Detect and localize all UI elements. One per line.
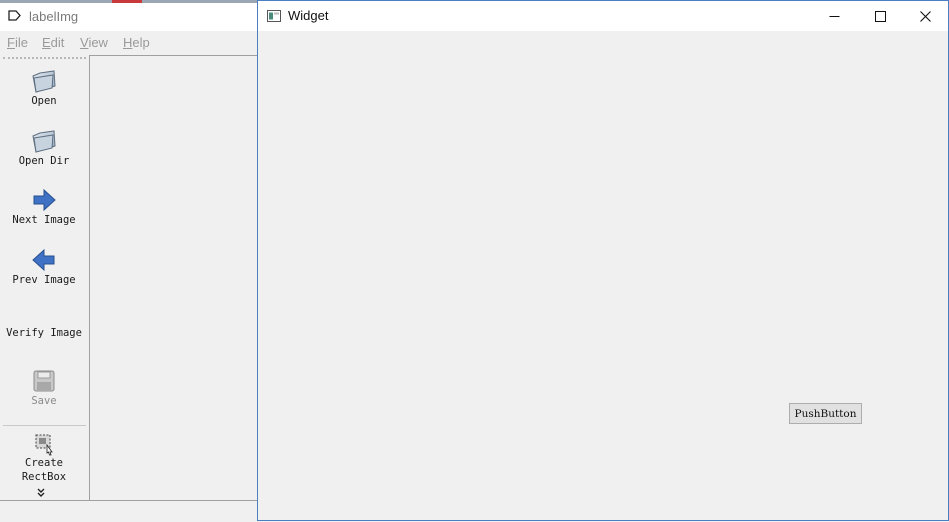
- floppy-disk-icon: [33, 370, 55, 392]
- verify-image-button[interactable]: Verify Image: [0, 327, 88, 339]
- widget-title: Widget: [288, 8, 329, 23]
- close-icon: [919, 10, 931, 22]
- menu-file[interactable]: File: [7, 35, 28, 50]
- next-image-button[interactable]: Next Image: [0, 186, 88, 226]
- labelimg-app-icon: [8, 10, 21, 21]
- menu-help[interactable]: Help: [123, 35, 150, 50]
- statusbar-divider: [0, 500, 260, 501]
- labelimg-toolbar: Open Open Dir Next Image Prev Image Veri…: [0, 55, 90, 500]
- labelimg-canvas[interactable]: [90, 55, 260, 501]
- arrow-left-icon: [32, 248, 55, 272]
- arrow-right-icon: [33, 188, 56, 212]
- save-label: Save: [31, 395, 57, 407]
- widget-window: Widget PushButton: [257, 0, 949, 521]
- minimize-icon: [829, 15, 839, 17]
- minimize-button[interactable]: [811, 1, 857, 31]
- labelimg-title: labelImg: [29, 9, 79, 24]
- draw-rect-icon: [35, 434, 53, 456]
- taskbar-strip: [0, 0, 260, 3]
- widget-titlebar[interactable]: Widget: [258, 1, 948, 31]
- push-button[interactable]: PushButton: [789, 403, 862, 424]
- toolbar-grip[interactable]: [3, 57, 86, 59]
- chevron-double-down-icon[interactable]: [36, 488, 46, 498]
- save-button[interactable]: Save: [0, 367, 88, 407]
- labelimg-menubar: File Edit View Help: [0, 31, 260, 55]
- maximize-button[interactable]: [857, 1, 903, 31]
- folder-open-icon: [32, 130, 56, 153]
- next-image-label: Next Image: [12, 214, 76, 226]
- toolbar-separator: [3, 425, 86, 426]
- prev-image-label: Prev Image: [12, 274, 76, 286]
- verify-image-label: Verify Image: [6, 327, 82, 339]
- folder-open-icon: [32, 70, 56, 93]
- maximize-icon: [874, 10, 886, 22]
- window-app-icon: [267, 10, 281, 22]
- create-rectbox-label-2: RectBox: [21, 471, 67, 483]
- create-rectbox-label-1: Create: [25, 457, 63, 469]
- close-button[interactable]: [902, 1, 948, 31]
- open-button[interactable]: Open: [0, 67, 88, 107]
- open-dir-button[interactable]: Open Dir: [0, 127, 88, 167]
- prev-image-button[interactable]: Prev Image: [0, 246, 88, 286]
- open-dir-label: Open Dir: [18, 155, 70, 167]
- menu-edit[interactable]: Edit: [42, 35, 64, 50]
- open-label: Open: [31, 95, 57, 107]
- menu-view[interactable]: View: [80, 35, 108, 50]
- create-rectbox-button[interactable]: Create RectBox: [0, 432, 88, 484]
